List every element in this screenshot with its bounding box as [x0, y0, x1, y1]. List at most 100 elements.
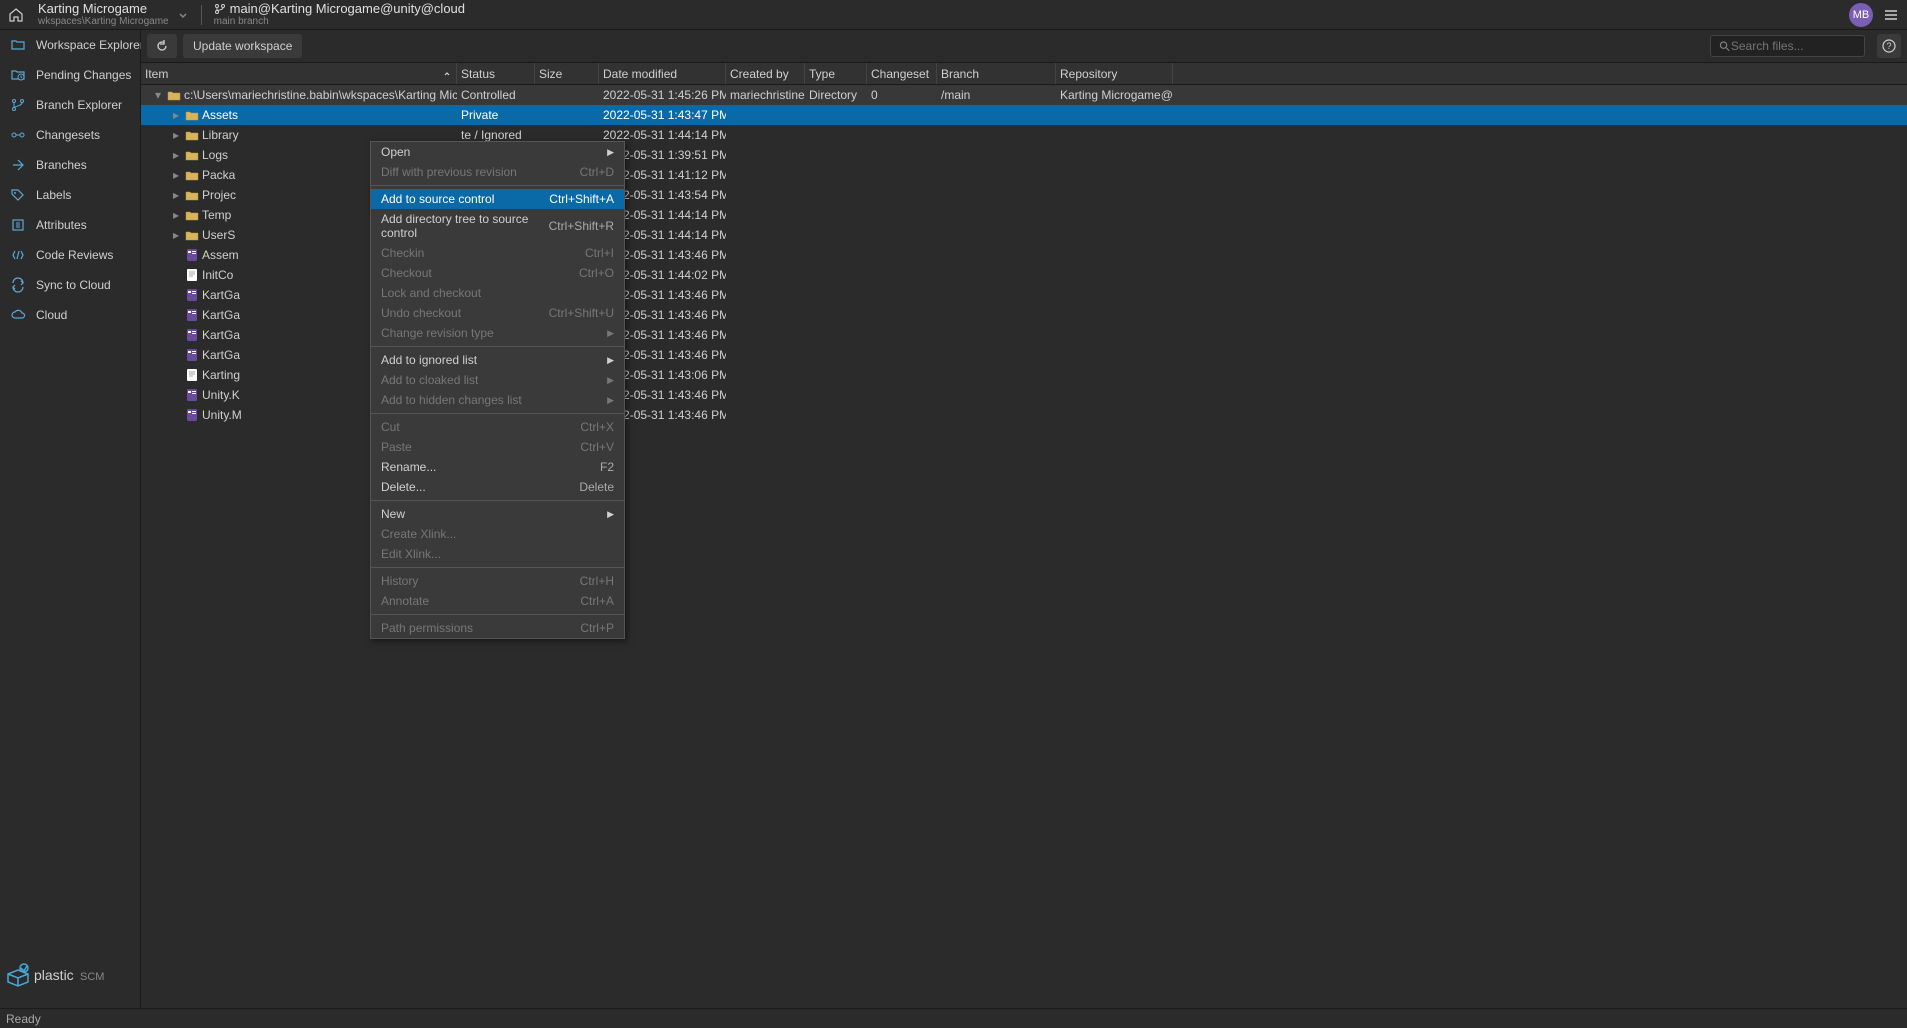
table-row[interactable]: ▸Assets Private 2022-05-31 1:43:47 PM [141, 105, 1907, 125]
menu-shortcut: Ctrl+Shift+A [549, 192, 614, 206]
menu-item[interactable]: Add to source control Ctrl+Shift+A [371, 189, 624, 209]
expand-icon[interactable]: ▸ [170, 148, 182, 162]
menu-shortcut: Delete [579, 480, 614, 494]
column-header-date[interactable]: Date modified [599, 63, 726, 84]
menu-item: CheckoutCtrl+O [371, 263, 624, 283]
code-reviews-icon [10, 247, 26, 263]
sidebar-item-branches[interactable]: Branches [0, 150, 140, 180]
item-name: Unity.K [202, 388, 240, 402]
submenu-arrow-icon: ▶ [607, 328, 614, 339]
branch-path-text: main@Karting Microgame@unity@cloud [230, 2, 465, 16]
sidebar-item-code-reviews[interactable]: Code Reviews [0, 240, 140, 270]
refresh-button[interactable] [147, 34, 177, 58]
expand-icon[interactable]: ▸ [170, 168, 182, 182]
file-sln-icon [185, 348, 199, 362]
menu-item-label: Cut [381, 420, 400, 434]
expand-icon[interactable]: ▸ [170, 108, 182, 122]
sidebar-item-label: Changesets [36, 128, 100, 142]
menu-item: AnnotateCtrl+A [371, 591, 624, 611]
plasticscm-logo: plastic SCM [0, 950, 140, 1008]
table-header: Item Status Size Date modified Created b… [141, 63, 1907, 85]
labels-icon [10, 187, 26, 203]
hamburger-menu-icon[interactable] [1881, 5, 1901, 25]
statusbar: Ready [0, 1008, 1907, 1028]
expand-icon[interactable]: ▸ [170, 188, 182, 202]
workspace-dropdown-icon[interactable] [177, 9, 189, 21]
menu-shortcut: Ctrl+V [580, 440, 614, 454]
menu-item-label: Create Xlink... [381, 527, 456, 541]
column-header-status[interactable]: Status [457, 63, 535, 84]
expand-icon[interactable]: ▸ [170, 208, 182, 222]
menu-separator [371, 413, 624, 414]
menu-item[interactable]: Add to ignored list▶ [371, 350, 624, 370]
home-icon[interactable] [6, 5, 26, 25]
menu-item[interactable]: Rename...F2 [371, 457, 624, 477]
menu-item-label: History [381, 574, 418, 588]
item-name: UserS [202, 228, 235, 242]
sidebar-item-folder[interactable]: Workspace Explorer [0, 30, 140, 60]
item-name: Logs [202, 148, 228, 162]
column-header-type[interactable]: Type [805, 63, 867, 84]
sort-asc-icon [442, 69, 452, 79]
menu-item-label: Delete... [381, 480, 426, 494]
update-workspace-button[interactable]: Update workspace [183, 34, 302, 58]
item-name: KartGa [202, 328, 240, 342]
menu-item[interactable]: Delete... Delete [371, 477, 624, 497]
sidebar-item-labels[interactable]: Labels [0, 180, 140, 210]
sidebar-item-branch-explorer[interactable]: Branch Explorer [0, 90, 140, 120]
column-header-created[interactable]: Created by [726, 63, 805, 84]
column-header-size[interactable]: Size [535, 63, 599, 84]
search-input[interactable] [1731, 39, 1856, 53]
search-box[interactable] [1710, 35, 1865, 57]
file-sln-icon [185, 308, 199, 322]
header-divider [201, 5, 202, 25]
sidebar-item-pending[interactable]: Pending Changes [0, 60, 140, 90]
sidebar-item-label: Labels [36, 188, 71, 202]
collapse-icon[interactable]: ▾ [152, 88, 164, 102]
sidebar-item-attributes[interactable]: Attributes [0, 210, 140, 240]
sync-icon [10, 277, 26, 293]
folder-icon [185, 168, 199, 182]
menu-item-label: Path permissions [381, 621, 473, 635]
menu-item[interactable]: Add directory tree to source controlCtrl… [371, 209, 624, 243]
sidebar-item-changesets[interactable]: Changesets [0, 120, 140, 150]
folder-icon [167, 88, 181, 102]
status-text: Ready [6, 1012, 41, 1026]
workspace-name: Karting Microgame [38, 2, 169, 16]
menu-item: Diff with previous revisionCtrl+D [371, 162, 624, 182]
menu-shortcut: Ctrl+Shift+U [549, 306, 614, 320]
menu-item[interactable]: New▶ [371, 504, 624, 524]
sidebar-item-sync[interactable]: Sync to Cloud [0, 270, 140, 300]
menu-item-label: Add to ignored list [381, 353, 477, 367]
column-header-item[interactable]: Item [141, 63, 457, 84]
folder-icon [185, 188, 199, 202]
menu-item-label: Add to cloaked list [381, 373, 478, 387]
refresh-icon [155, 39, 169, 53]
sidebar-item-label: Cloud [36, 308, 67, 322]
column-header-repo[interactable]: Repository [1056, 63, 1173, 84]
item-name: Projec [202, 188, 236, 202]
help-button[interactable]: ? [1877, 34, 1901, 58]
expand-icon[interactable]: ▸ [170, 228, 182, 242]
column-header-changeset[interactable]: Changeset [867, 63, 937, 84]
menu-item: CheckinCtrl+I [371, 243, 624, 263]
avatar[interactable]: MB [1849, 3, 1873, 27]
sidebar-item-label: Code Reviews [36, 248, 113, 262]
item-name: InitCo [202, 268, 233, 282]
menu-item: Create Xlink... [371, 524, 624, 544]
table-row[interactable]: ▾c:\Users\mariechristine.babin\wkspaces\… [141, 85, 1907, 105]
menu-item-label: Add to source control [381, 192, 494, 206]
item-name: Karting [202, 368, 240, 382]
context-menu: Open▶Diff with previous revisionCtrl+D Ad… [370, 141, 625, 639]
item-name: Packa [202, 168, 235, 182]
menu-item[interactable]: Open▶ [371, 142, 624, 162]
menu-item-label: New [381, 507, 405, 521]
branch-path: main@Karting Microgame@unity@cloud [214, 2, 465, 16]
column-header-branch[interactable]: Branch [937, 63, 1056, 84]
menu-item-label: Change revision type [381, 326, 494, 340]
menu-item: Edit Xlink... [371, 544, 624, 564]
sidebar-item-cloud[interactable]: Cloud [0, 300, 140, 330]
type-cell: Directory [805, 88, 867, 102]
item-name: KartGa [202, 348, 240, 362]
expand-icon[interactable]: ▸ [170, 128, 182, 142]
